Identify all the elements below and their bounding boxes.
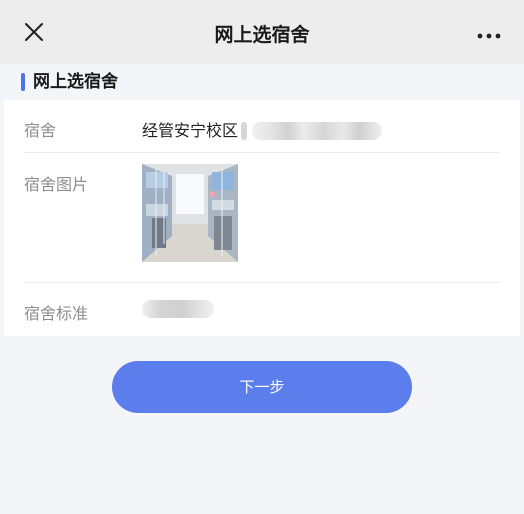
page-title: 网上选宿舍: [214, 24, 310, 46]
dorm-photo-label: 宿舍图片: [24, 175, 89, 194]
more-icon[interactable]: [476, 24, 502, 44]
dorm-value-redacted: [241, 122, 383, 141]
section-accent-bar: [21, 73, 25, 91]
dorm-value-text: 经管安宁校区: [142, 121, 239, 140]
dorm-photo[interactable]: [142, 164, 238, 262]
dorm-value: 经管安宁校区: [142, 117, 383, 141]
dorm-standard-label: 宿舍标准: [24, 304, 89, 323]
dorm-label: 宿舍: [24, 121, 57, 140]
divider: [24, 152, 500, 153]
next-step-button[interactable]: 下一步: [112, 361, 412, 413]
close-icon[interactable]: [20, 18, 48, 46]
section-title: 网上选宿舍: [33, 72, 118, 92]
top-bar: 网上选宿舍: [0, 0, 524, 64]
dorm-standard-value-redacted: [142, 298, 214, 318]
divider: [24, 282, 500, 283]
section-header: 网上选宿舍: [0, 64, 524, 100]
dorm-info-card: 宿舍 经管安宁校区 宿舍图片 宿舍标准: [4, 100, 520, 336]
